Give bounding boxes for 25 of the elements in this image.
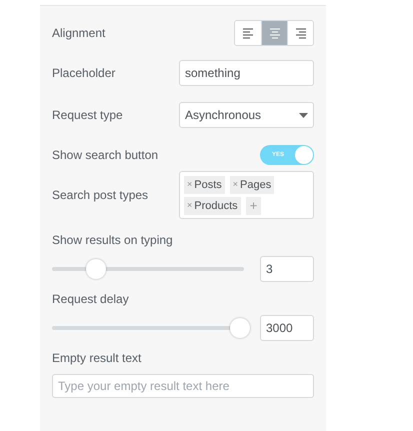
field-label: Alignment [52, 25, 106, 42]
tag-chip[interactable]: × Pages [230, 176, 274, 194]
field-label: Request delay [52, 291, 130, 308]
caret-icon [299, 112, 308, 118]
tag-chip[interactable]: × Posts [184, 176, 225, 194]
slider-thumb[interactable] [86, 259, 106, 279]
number-field[interactable]: 3 [260, 256, 314, 282]
field-label: Placeholder [52, 65, 116, 82]
align-right-button[interactable] [287, 21, 313, 45]
text-field[interactable]: Type your empty result text here [52, 374, 314, 398]
align-left-button[interactable] [235, 21, 261, 45]
field-label: Empty result text [52, 350, 142, 367]
select-dropdown[interactable]: Asynchronous [179, 102, 314, 128]
number-field[interactable]: 3000 [260, 315, 314, 341]
slider-thumb[interactable] [230, 318, 250, 338]
tag-field[interactable]: × Posts × Pages × Products + [179, 171, 314, 219]
align-center-icon [268, 28, 280, 38]
text-field[interactable]: something [179, 60, 314, 86]
field-label: Show search button [52, 147, 158, 164]
field-label: Show results on typing [52, 232, 174, 249]
align-right-icon [294, 28, 306, 38]
align-left-icon [242, 28, 254, 38]
field-label: Request type [52, 107, 123, 124]
field-label: Search post types [52, 187, 148, 204]
tag-chip[interactable]: × Products [184, 197, 241, 215]
